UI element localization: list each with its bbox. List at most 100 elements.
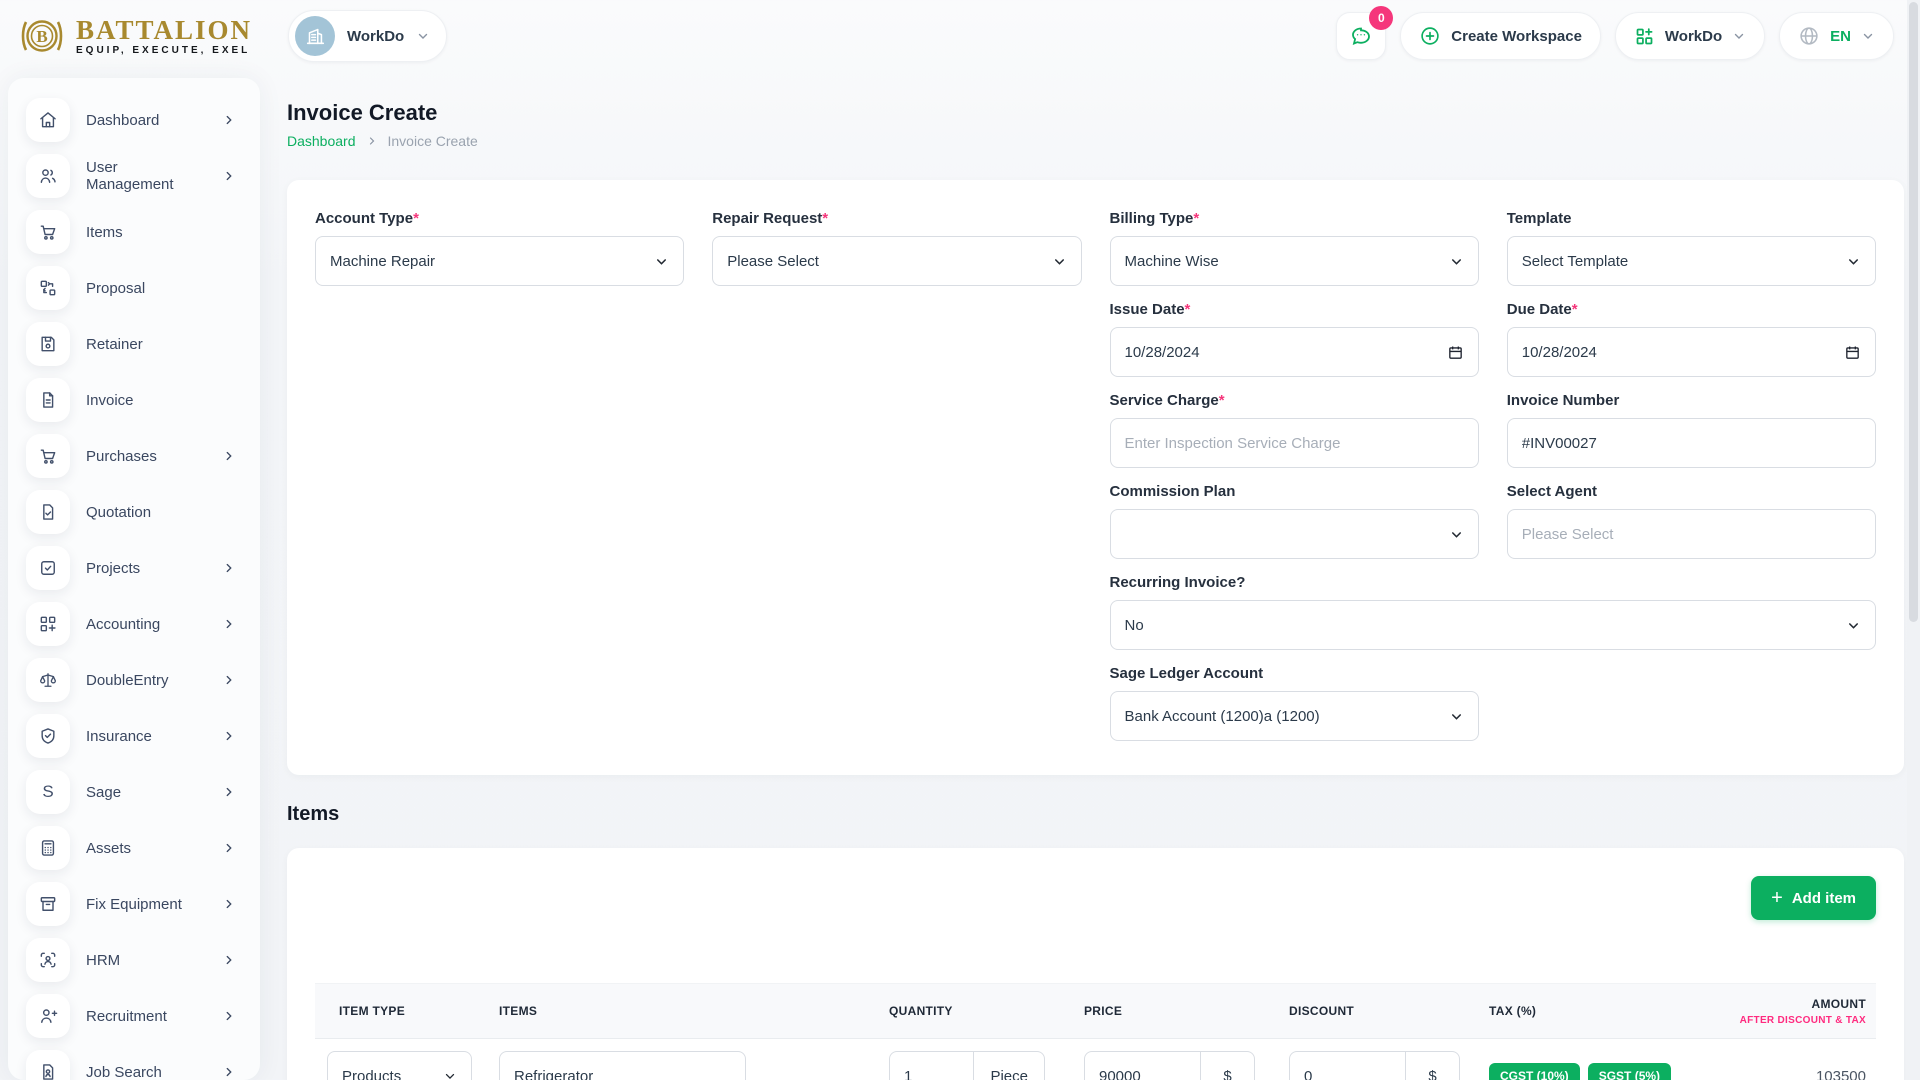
required-marker: * [1193, 210, 1199, 227]
breadcrumb-dashboard-link[interactable]: Dashboard [287, 133, 356, 149]
chevron-right-icon [222, 785, 236, 799]
sidebar-item-dashboard[interactable]: Dashboard [8, 92, 260, 148]
billing-type-label: Billing Type [1110, 210, 1194, 227]
items-table: ITEM TYPE ITEMS QUANTITY PRICE DISCOUNT … [315, 983, 1876, 1080]
chevron-right-icon [222, 729, 236, 743]
breadcrumb: Dashboard Invoice Create [287, 132, 1904, 150]
sidebar-item-fix-equipment[interactable]: Fix Equipment [8, 876, 260, 932]
sidebar-item-sage[interactable]: S Sage [8, 764, 260, 820]
due-date-input[interactable]: 10/28/2024 [1507, 327, 1876, 377]
quantity-input[interactable] [890, 1068, 973, 1080]
archive-box-icon [26, 882, 70, 926]
chevron-down-icon [1846, 618, 1861, 633]
recurring-invoice-select[interactable]: No [1110, 600, 1877, 650]
account-type-select[interactable]: Machine Repair [315, 236, 684, 286]
required-marker: * [1185, 301, 1191, 318]
due-date-label: Due Date [1507, 301, 1572, 318]
calendar-icon [1844, 344, 1861, 361]
discount-currency: $ [1405, 1052, 1459, 1080]
chevron-right-icon [222, 561, 236, 575]
chevron-down-icon [1052, 254, 1067, 269]
template-select[interactable]: Select Template [1507, 236, 1876, 286]
main-content: Invoice Create Dashboard Invoice Create … [287, 0, 1904, 1080]
sidebar-item-items[interactable]: Items [8, 204, 260, 260]
tax-badge-sgst[interactable]: SGST (5%) [1588, 1063, 1671, 1080]
discount-group: $ [1289, 1051, 1460, 1080]
item-name-input[interactable] [514, 1068, 731, 1080]
col-amount: AMOUNT AFTER DISCOUNT & TAX [1705, 997, 1876, 1026]
plus-icon: + [1771, 888, 1783, 908]
chevron-right-icon [222, 673, 236, 687]
sidebar-item-insurance[interactable]: Insurance [8, 708, 260, 764]
sidebar-item-recruitment[interactable]: Recruitment [8, 988, 260, 1044]
amount-subnote: AFTER DISCOUNT & TAX [1705, 1015, 1866, 1026]
page-title: Invoice Create [287, 100, 1904, 126]
commission-plan-label: Commission Plan [1110, 483, 1236, 500]
page-scrollbar-thumb[interactable] [1909, 2, 1918, 622]
commission-plan-select[interactable] [1110, 509, 1479, 559]
required-marker: * [1219, 392, 1225, 409]
invoice-number-input[interactable] [1522, 435, 1861, 452]
field-recurring-invoice: Recurring Invoice? No [1110, 572, 1877, 650]
field-sage-ledger-account: Sage Ledger Account Bank Account (1200)a… [1110, 663, 1479, 741]
grid-plus-icon [26, 602, 70, 646]
item-row: Products Piece [315, 1051, 1876, 1080]
sidebar-item-job-search[interactable]: Job Search [8, 1044, 260, 1080]
add-item-button[interactable]: + Add item [1751, 876, 1876, 920]
col-price: PRICE [1060, 1004, 1265, 1018]
invoice-form-card: Account Type * Machine Repair Repair Requ… [287, 180, 1904, 775]
sidebar-item-invoice[interactable]: Invoice [8, 372, 260, 428]
sidebar-item-accounting[interactable]: Accounting [8, 596, 260, 652]
chevron-right-icon [222, 1009, 236, 1023]
chevron-right-icon [222, 1065, 236, 1079]
sage-ledger-select[interactable]: Bank Account (1200)a (1200) [1110, 691, 1479, 741]
sidebar-item-doubleentry[interactable]: DoubleEntry [8, 652, 260, 708]
price-input[interactable] [1085, 1068, 1200, 1080]
chevron-right-icon [222, 617, 236, 631]
issue-date-input[interactable]: 10/28/2024 [1110, 327, 1479, 377]
sidebar-item-retainer[interactable]: Retainer [8, 316, 260, 372]
chevron-right-icon [222, 449, 236, 463]
sidebar-item-quotation[interactable]: Quotation [8, 484, 260, 540]
calculator-icon [26, 826, 70, 870]
service-charge-label: Service Charge [1110, 392, 1219, 409]
workflow-icon [26, 266, 70, 310]
chevron-right-icon [222, 897, 236, 911]
item-type-select[interactable]: Products [327, 1051, 472, 1080]
chevron-down-icon [1449, 527, 1464, 542]
repair-request-select[interactable]: Please Select [712, 236, 1081, 286]
calendar-icon [1447, 344, 1464, 361]
page-scrollbar[interactable] [1907, 0, 1920, 1080]
file-person-icon [26, 1050, 70, 1080]
select-agent-input[interactable] [1522, 526, 1861, 543]
sidebar-item-projects[interactable]: Projects [8, 540, 260, 596]
billing-type-select[interactable]: Machine Wise [1110, 236, 1479, 286]
discount-input[interactable] [1290, 1068, 1405, 1080]
users-icon [26, 154, 70, 198]
sage-ledger-label: Sage Ledger Account [1110, 665, 1264, 682]
sidebar-item-assets[interactable]: Assets [8, 820, 260, 876]
sage-icon: S [26, 770, 70, 814]
sidebar-item-proposal[interactable]: Proposal [8, 260, 260, 316]
items-section-heading: Items [287, 803, 1904, 826]
shield-check-icon [26, 714, 70, 758]
sidebar-item-hrm[interactable]: HRM [8, 932, 260, 988]
file-check-icon [26, 490, 70, 534]
quantity-group: Piece [889, 1051, 1045, 1080]
price-group: $ [1084, 1051, 1255, 1080]
save-icon [26, 322, 70, 366]
user-scan-icon [26, 938, 70, 982]
account-type-label: Account Type [315, 210, 413, 227]
col-item-type: ITEM TYPE [315, 1004, 475, 1018]
select-agent-label: Select Agent [1507, 483, 1597, 500]
row-amount: 103500 [1705, 1068, 1876, 1080]
sidebar-item-purchases[interactable]: Purchases [8, 428, 260, 484]
chevron-down-icon [1846, 254, 1861, 269]
service-charge-input[interactable] [1125, 435, 1464, 452]
col-tax: TAX (%) [1465, 1004, 1705, 1018]
tax-badge-cgst[interactable]: CGST (10%) [1489, 1063, 1580, 1080]
sidebar-item-user-management[interactable]: User Management [8, 148, 260, 204]
chevron-down-icon [443, 1069, 457, 1080]
field-repair-request: Repair Request* Please Select [712, 208, 1081, 286]
items-table-header: ITEM TYPE ITEMS QUANTITY PRICE DISCOUNT … [315, 983, 1876, 1039]
